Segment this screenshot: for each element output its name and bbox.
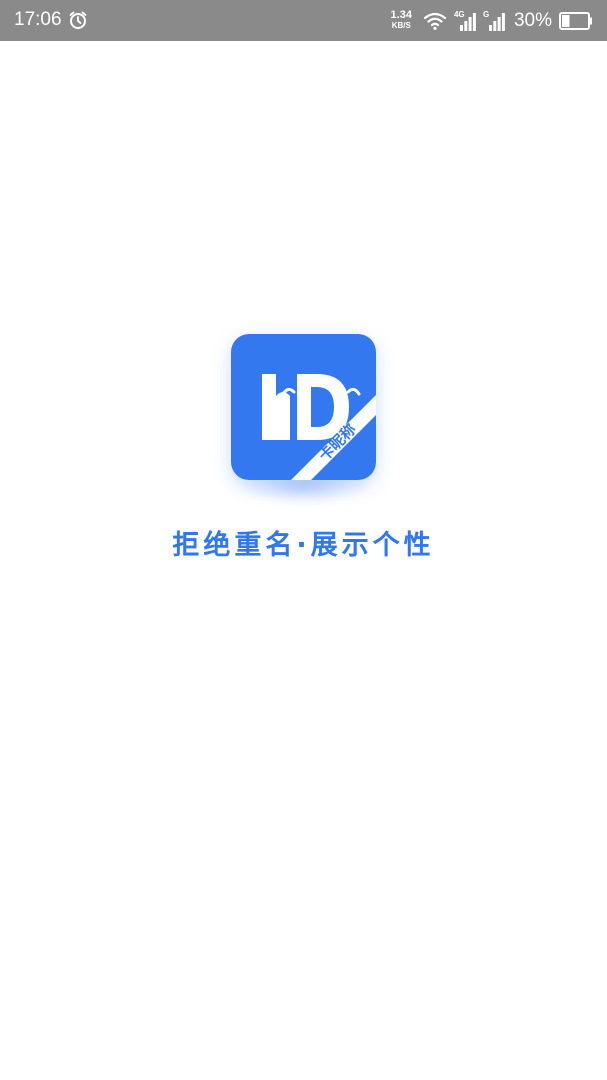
app-logo-container: 卡昵称 (231, 334, 376, 504)
network-speed: 1.34 KB/S (391, 10, 412, 31)
status-bar-right: 1.34 KB/S 4G G 30% (391, 7, 593, 34)
network-speed-unit: KB/S (391, 21, 411, 30)
alarm-icon (68, 10, 88, 30)
battery-percent: 30% (513, 9, 552, 31)
signal-icon: 4G (454, 10, 476, 31)
network-speed-value: 1.34 (390, 9, 412, 21)
signal-icon: G (483, 10, 505, 31)
slogan-text: 拒绝重名·展示个性 (172, 530, 435, 561)
status-time: 17:06 (14, 9, 62, 30)
status-bar: 17:06 1.34 KB/S 4G G 30% (0, 0, 607, 41)
app-logo: 卡昵称 (231, 334, 376, 480)
status-bar-left: 17:06 (14, 8, 88, 32)
wifi-icon (423, 11, 447, 31)
battery-icon (559, 11, 593, 30)
